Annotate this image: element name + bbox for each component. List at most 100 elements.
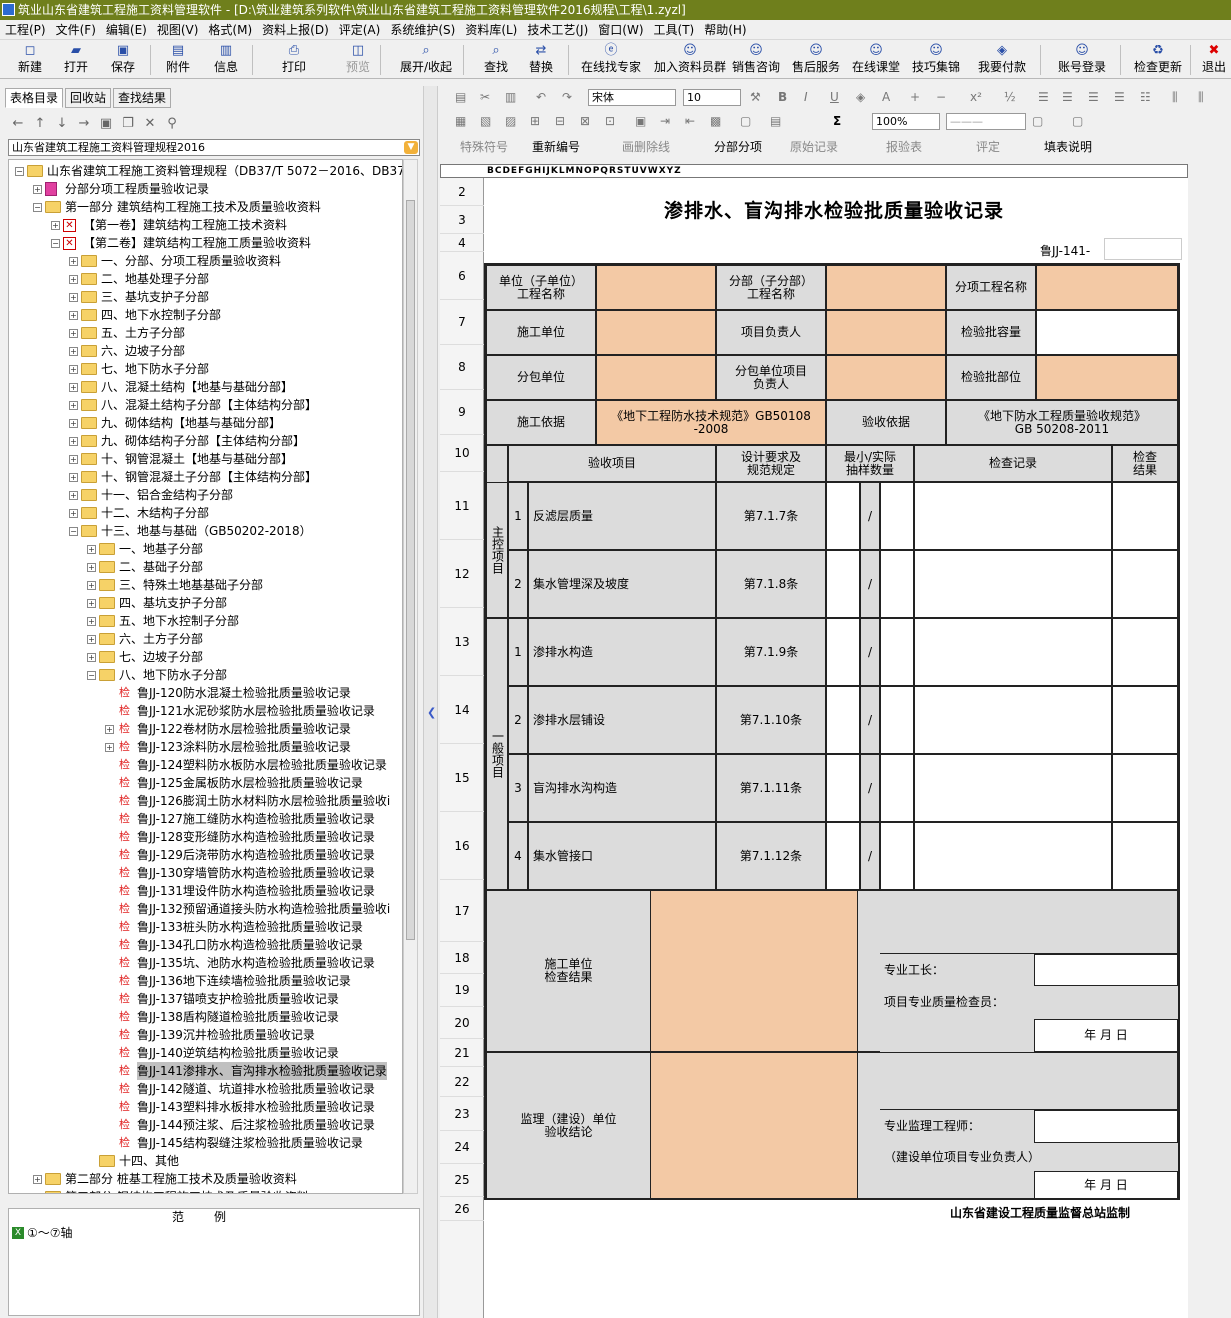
tree-node[interactable]: 检鲁JJ-145结构裂缝注浆检验批质量验收记录: [9, 1134, 402, 1152]
tree-node[interactable]: + 二、地基处理子分部: [9, 270, 402, 288]
toolbar-replace-button[interactable]: ⇄ 替换: [521, 43, 561, 77]
paste-icon[interactable]: ▤: [455, 86, 466, 108]
tree-node[interactable]: 检鲁JJ-138盾构隧道检验批质量验收记录: [9, 1008, 402, 1026]
menu-item-11[interactable]: 工具(T): [649, 20, 700, 40]
row-number[interactable]: 8: [440, 345, 484, 390]
tree-node[interactable]: + 分部分项工程质量验收记录: [9, 180, 402, 198]
tree-node[interactable]: − ✕ 【第二卷】建筑结构工程施工质量验收资料: [9, 234, 402, 252]
tree-node[interactable]: + 检鲁JJ-123涂料防水层检验批质量验收记录: [9, 738, 402, 756]
expand-icon[interactable]: +: [69, 491, 78, 500]
tree-node[interactable]: 检鲁JJ-134孔口防水构造检验批质量验收记录: [9, 936, 402, 954]
sample-actual[interactable]: [880, 618, 914, 686]
sample-actual[interactable]: [880, 754, 914, 822]
collapse-icon[interactable]: −: [15, 167, 24, 176]
collapse-icon[interactable]: −: [51, 239, 60, 248]
special-symbol-button[interactable]: 特殊符号: [460, 136, 508, 158]
delete-icon[interactable]: ✕: [139, 112, 161, 136]
undo-icon[interactable]: ↶: [536, 86, 546, 108]
toolbar-print-button[interactable]: ⎙ 打印: [276, 43, 312, 77]
row-number[interactable]: 26: [440, 1197, 484, 1221]
expand-icon[interactable]: +: [105, 743, 114, 752]
row-number[interactable]: 9: [440, 390, 484, 435]
tree-node[interactable]: + 九、砌体结构子分部【主体结构分部】: [9, 432, 402, 450]
row-number[interactable]: 14: [440, 676, 484, 744]
supervisor-conclusion-field[interactable]: [650, 1052, 858, 1200]
tree-node[interactable]: 检鲁JJ-132预留通道接头防水构造检验批质量验收i: [9, 900, 402, 918]
basis-value[interactable]: 《地下工程防水技术规范》GB50108 -2008: [596, 400, 826, 445]
menu-item-0[interactable]: 工程(P): [0, 20, 51, 40]
expand-icon[interactable]: +: [33, 185, 42, 194]
expand-icon[interactable]: +: [51, 221, 60, 230]
delete-col-icon[interactable]: ⊡: [605, 110, 615, 132]
tree-node[interactable]: 十四、其他: [9, 1152, 402, 1170]
row-number[interactable]: 6: [440, 252, 484, 300]
tree-node[interactable]: − 第一部分 建筑结构工程施工技术及质量验收资料: [9, 198, 402, 216]
filter-icon[interactable]: ⚲: [161, 112, 183, 136]
tree-node[interactable]: 检鲁JJ-139沉井检验批质量验收记录: [9, 1026, 402, 1044]
tree-node[interactable]: 检鲁JJ-120防水混凝土检验批质量验收记录: [9, 684, 402, 702]
record-field[interactable]: [914, 686, 1112, 754]
plus-icon[interactable]: +: [910, 86, 920, 108]
row-number[interactable]: 21: [440, 1039, 484, 1067]
sup-date[interactable]: 年 月 日: [1034, 1171, 1178, 1200]
expand-icon[interactable]: +: [69, 401, 78, 410]
menu-item-7[interactable]: 系统维护(S): [385, 20, 460, 40]
toolbar-attachment-button[interactable]: ▤ 附件: [158, 43, 198, 77]
toolbar-open-button[interactable]: ▰ 打开: [56, 43, 96, 77]
result-field[interactable]: [1112, 482, 1178, 550]
original-record-button[interactable]: 原始记录: [790, 136, 838, 158]
menu-item-2[interactable]: 编辑(E): [101, 20, 152, 40]
expand-icon[interactable]: +: [87, 581, 96, 590]
new-table-icon[interactable]: ▣: [95, 112, 117, 136]
foreman-field[interactable]: [1034, 954, 1178, 986]
record-field[interactable]: [914, 482, 1112, 550]
menu-item-9[interactable]: 技术工艺(J): [522, 20, 593, 40]
tree-node[interactable]: + 六、边坡子分部: [9, 342, 402, 360]
fraction-icon[interactable]: ½: [1004, 86, 1016, 108]
tree-node[interactable]: 检鲁JJ-126膨润土防水材料防水层检验批质量验收i: [9, 792, 402, 810]
row-number[interactable]: 20: [440, 1007, 484, 1039]
toolbar-preview-button[interactable]: ◫ 预览: [338, 43, 378, 77]
menu-item-10[interactable]: 窗口(W): [593, 20, 648, 40]
tree-node[interactable]: 检鲁JJ-136地下连续墙检验批质量验收记录: [9, 972, 402, 990]
tree-node[interactable]: + 七、地下防水子分部: [9, 360, 402, 378]
tree-node[interactable]: 检鲁JJ-124塑料防水板防水层检验批质量验收记录: [9, 756, 402, 774]
tree-node[interactable]: + 八、混凝土结构【地基与基础分部】: [9, 378, 402, 396]
clipboard-icon[interactable]: ▥: [505, 86, 516, 108]
arrow-right-icon[interactable]: →: [73, 112, 95, 136]
expand-icon[interactable]: +: [69, 311, 78, 320]
superscript-icon[interactable]: x²: [970, 86, 982, 108]
expand-icon[interactable]: +: [33, 1175, 42, 1184]
expand-icon[interactable]: +: [69, 419, 78, 428]
toolbar-exit-button[interactable]: ✖ 退出: [1198, 43, 1230, 77]
insert-col-icon[interactable]: ⊟: [555, 110, 565, 132]
record-field[interactable]: [914, 822, 1112, 890]
merge-icon[interactable]: ▦: [455, 110, 466, 132]
scroll-thumb[interactable]: [406, 200, 415, 940]
sample-actual[interactable]: [880, 822, 914, 890]
menu-item-6[interactable]: 评定(A): [334, 20, 386, 40]
tree-node[interactable]: + 第三部分 钢结构工程施工技术及质量验收资料: [9, 1188, 402, 1193]
tab-search-results[interactable]: 查找结果: [113, 88, 172, 108]
expand-icon[interactable]: +: [69, 473, 78, 482]
tree-node[interactable]: + 第二部分 桩基工程施工技术及质量验收资料: [9, 1170, 402, 1188]
copy-icon[interactable]: ❐: [117, 112, 139, 136]
tree-node[interactable]: 检鲁JJ-127施工缝防水构造检验批质量验收记录: [9, 810, 402, 828]
tree-node[interactable]: + 八、混凝土结构子分部【主体结构分部】: [9, 396, 402, 414]
tree-node[interactable]: + 四、基坑支护子分部: [9, 594, 402, 612]
distribute-icon[interactable]: ☷: [1140, 86, 1151, 108]
tree-node[interactable]: 检鲁JJ-140逆筑结构检验批质量验收记录: [9, 1044, 402, 1062]
menu-item-3[interactable]: 视图(V): [152, 20, 204, 40]
cut-icon[interactable]: ✂: [480, 86, 490, 108]
tree-node[interactable]: 检鲁JJ-129后浇带防水构造检验批质量验收记录: [9, 846, 402, 864]
collapse-icon[interactable]: −: [69, 527, 78, 536]
arrow-up-icon[interactable]: ↑: [29, 112, 51, 136]
zoom-select[interactable]: 100%: [872, 113, 940, 130]
subdiv-name-field[interactable]: [826, 265, 946, 310]
row-number[interactable]: 15: [440, 744, 484, 812]
sub-pm-field[interactable]: [826, 355, 946, 400]
toolbar-join-group-button[interactable]: ☺ 加入资料员群: [650, 43, 730, 77]
record-field[interactable]: [914, 618, 1112, 686]
tree-node[interactable]: + 五、地下水控制子分部: [9, 612, 402, 630]
row-number[interactable]: 3: [440, 206, 484, 234]
